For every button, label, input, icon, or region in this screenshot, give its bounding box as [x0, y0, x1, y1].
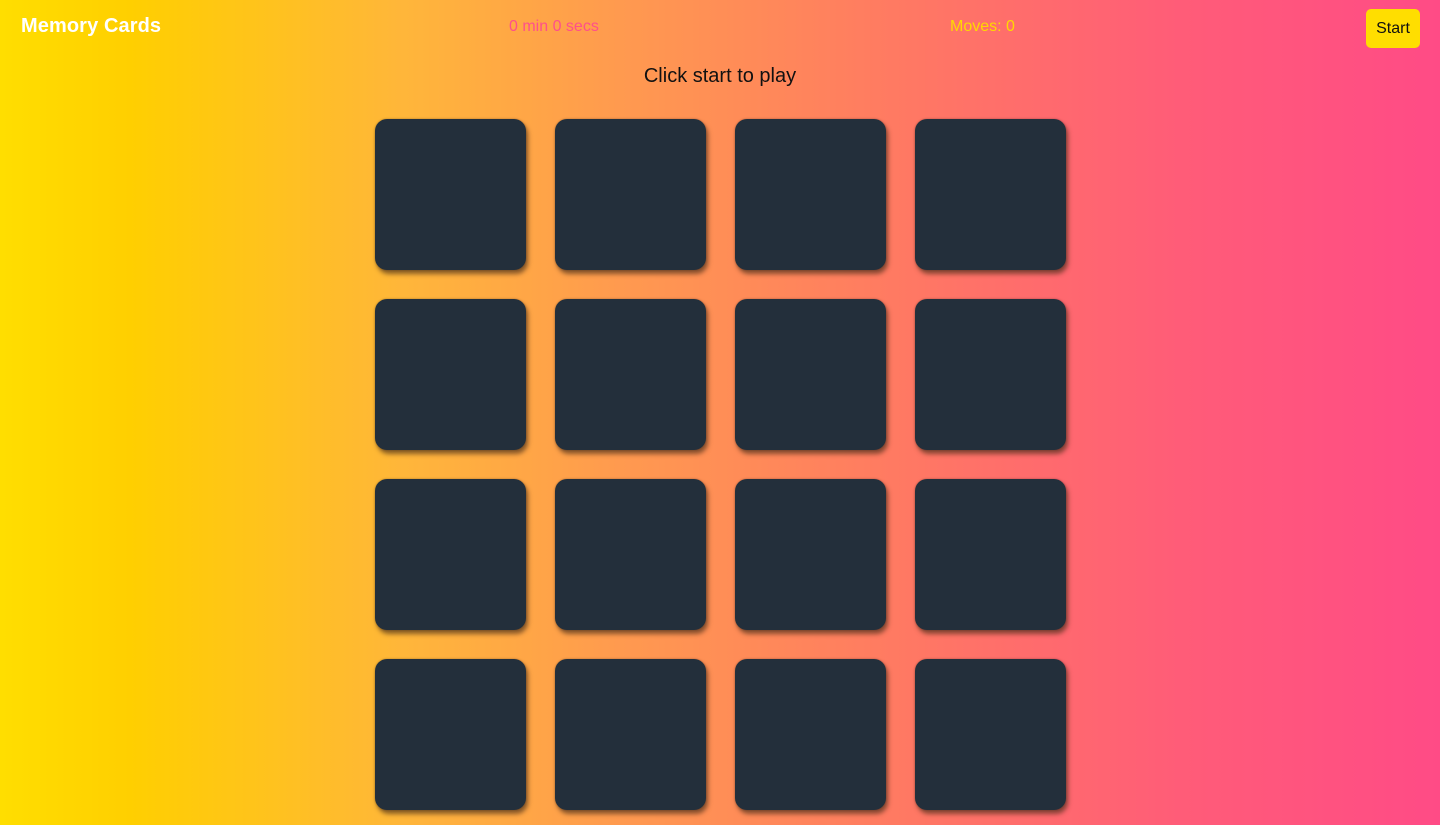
memory-card[interactable]	[735, 659, 886, 810]
timer-display: 0 min 0 secs	[509, 18, 599, 35]
app-title: Memory Cards	[21, 15, 162, 37]
top-bar: Memory Cards 0 min 0 secs Moves: 0 Start	[0, 0, 1440, 56]
memory-card[interactable]	[915, 299, 1066, 450]
memory-card[interactable]	[375, 479, 526, 630]
memory-card[interactable]	[375, 659, 526, 810]
status-message: Click start to play	[643, 65, 797, 87]
memory-card[interactable]	[915, 659, 1066, 810]
memory-card[interactable]	[735, 479, 886, 630]
memory-card[interactable]	[555, 299, 706, 450]
memory-card[interactable]	[915, 119, 1066, 270]
memory-card[interactable]	[375, 119, 526, 270]
memory-card[interactable]	[735, 119, 886, 270]
card-grid	[375, 119, 1067, 810]
moves-counter: Moves: 0	[950, 18, 1015, 35]
memory-card[interactable]	[735, 299, 886, 450]
memory-card[interactable]	[555, 119, 706, 270]
memory-card[interactable]	[555, 659, 706, 810]
memory-card[interactable]	[555, 479, 706, 630]
start-button[interactable]: Start	[1366, 9, 1420, 48]
memory-card[interactable]	[915, 479, 1066, 630]
memory-card[interactable]	[375, 299, 526, 450]
